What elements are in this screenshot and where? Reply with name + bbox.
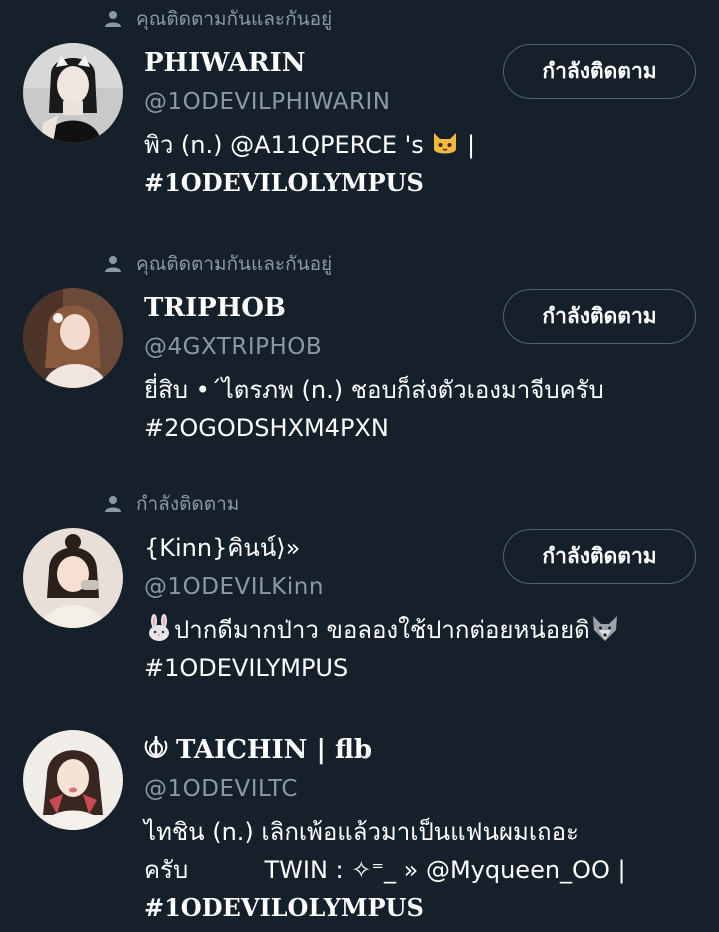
bio-hashtag[interactable]: #1ODEVILOLYMPUS xyxy=(144,889,704,927)
who-to-follow-list: คุณติดตามกันและกันอยู่ PHIWARIN @1ODEVIL… xyxy=(0,0,719,932)
social-context: กำลังติดตาม xyxy=(104,491,239,517)
avatar[interactable] xyxy=(23,288,123,388)
social-context: คุณติดตามกันและกันอยู่ xyxy=(104,6,332,32)
display-name-text: TAICHIN | flb xyxy=(176,735,373,765)
wolf-face-emoji xyxy=(592,616,617,641)
user-bio: ยี่สิบ •ˊไตรภพ (n.) ชอบก็ส่งตัวเองมาจีบค… xyxy=(144,371,704,447)
bio-text: พิว (n.) @A11QPERCE 's xyxy=(144,131,432,159)
user-handle[interactable]: @1ODEVILPHIWARIN xyxy=(144,87,390,117)
person-icon xyxy=(105,11,121,27)
display-name[interactable]: PHIWARIN xyxy=(144,47,306,79)
bio-hashtag[interactable]: #2OGODSHXM4PXN xyxy=(144,409,704,447)
bio-line: ปากดีมากป่าว ขอลองใช้ปากต่อยหน่อยดิ xyxy=(144,611,704,649)
following-button[interactable]: กำลังติดตาม xyxy=(503,289,696,344)
user-bio: พิว (n.) @A11QPERCE 's | #1ODEVILOLYMPUS xyxy=(144,126,704,202)
bio-hashtag[interactable]: #1ODEVILOLYMPUS xyxy=(144,164,704,202)
bio-line: พิว (n.) @A11QPERCE 's | xyxy=(144,126,704,164)
following-button[interactable]: กำลังติดตาม xyxy=(503,44,696,99)
bio-line: ไทชิน (n.) เลิกเพ้อแล้วมาเป็นแฟนผมเถอะ xyxy=(144,818,579,846)
bio-hashtag[interactable]: #1ODEVILYMPUS xyxy=(144,649,704,687)
following-button[interactable]: กำลังติดตาม xyxy=(503,529,696,584)
person-icon xyxy=(105,256,121,272)
bio-line: ครับ TWIN : ✧⁼_ » @Myqueen_OO | xyxy=(144,856,626,884)
display-name[interactable]: TAICHIN | flb xyxy=(144,734,372,766)
cat-face-emoji xyxy=(434,133,457,154)
social-context-text: กำลังติดตาม xyxy=(136,493,240,515)
rabbit-face-emoji xyxy=(149,614,169,641)
bio-line: ยี่สิบ •ˊไตรภพ (n.) ชอบก็ส่งตัวเองมาจีบค… xyxy=(144,376,604,404)
person-icon xyxy=(105,496,121,512)
bio-text: | xyxy=(459,131,476,159)
user-bio: ไทชิน (n.) เลิกเพ้อแล้วมาเป็นแฟนผมเถอะ ค… xyxy=(144,813,704,927)
user-bio: ปากดีมากป่าว ขอลองใช้ปากต่อยหน่อยดิ #1OD… xyxy=(144,611,704,687)
social-context-text: คุณติดตามกันและกันอยู่ xyxy=(136,253,333,275)
avatar[interactable] xyxy=(23,43,123,143)
user-handle[interactable]: @1ODEVILTC xyxy=(144,774,298,804)
social-context-text: คุณติดตามกันและกันอยู่ xyxy=(136,8,333,30)
display-name[interactable]: {Kinn}คินน์⟩» xyxy=(144,532,300,564)
user-cell[interactable]: กำลังติดตาม {Kinn}คินน์⟩» @1ODEVILKinn ก… xyxy=(0,485,719,715)
bio-text: ปากดีมากป่าว ขอลองใช้ปากต่อยหน่อยดิ xyxy=(174,616,590,644)
khanda-emoji xyxy=(144,736,168,759)
user-handle[interactable]: @4GXTRIPHOB xyxy=(144,332,322,362)
avatar[interactable] xyxy=(23,730,123,830)
social-context: คุณติดตามกันและกันอยู่ xyxy=(104,251,332,277)
user-cell[interactable]: คุณติดตามกันและกันอยู่ TRIPHOB @4GXTRIPH… xyxy=(0,245,719,475)
user-handle[interactable]: @1ODEVILKinn xyxy=(144,572,324,602)
user-cell[interactable]: TAICHIN | flb @1ODEVILTC ไทชิน (n.) เลิก… xyxy=(0,724,719,932)
display-name[interactable]: TRIPHOB xyxy=(144,292,286,324)
user-cell[interactable]: คุณติดตามกันและกันอยู่ PHIWARIN @1ODEVIL… xyxy=(0,0,719,230)
avatar[interactable] xyxy=(23,528,123,628)
